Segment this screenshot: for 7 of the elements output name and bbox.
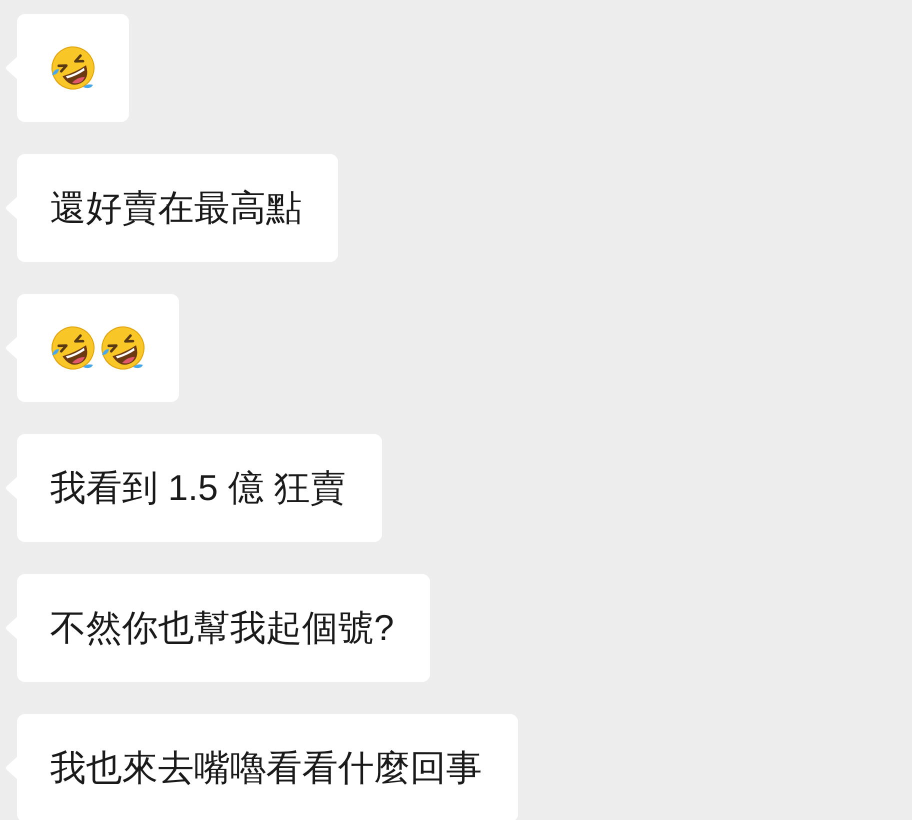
message-text: 我也來去嘴嚕看看什麼回事 <box>50 746 482 790</box>
laughing-face-icon <box>100 325 146 371</box>
message-text: 我看到 1.5 億 狂賣 <box>50 466 346 510</box>
laughing-face-icon <box>50 45 96 91</box>
message-text: 不然你也幫我起個號? <box>50 606 394 650</box>
laughing-face-icon <box>50 325 96 371</box>
message-text: 還好賣在最高點 <box>50 186 302 230</box>
